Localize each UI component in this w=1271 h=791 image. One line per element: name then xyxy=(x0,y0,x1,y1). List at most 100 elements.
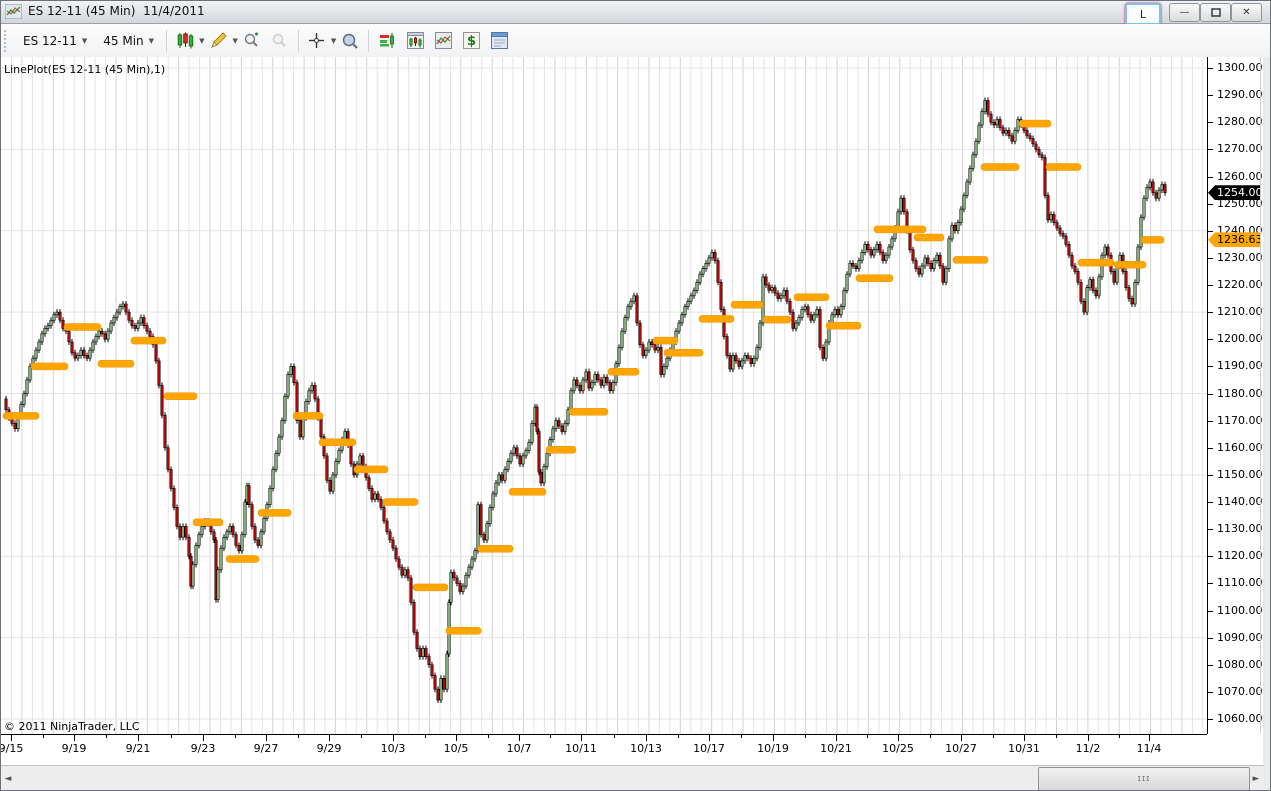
time-major-tick xyxy=(646,735,647,741)
title-bar[interactable]: ES 12-11 (45 Min) 11/4/2011 L — ✕ xyxy=(1,1,1270,25)
scrollbar-thumb[interactable]: ɪɪɪ xyxy=(1038,767,1250,790)
time-major-tick xyxy=(138,735,139,741)
time-axis[interactable]: 9/15 9/19 9/21 9/23 9/27 9/29 10/3 10/5 10/7 10/1… xyxy=(1,734,1263,765)
time-tick-label: 11/2 xyxy=(1075,742,1101,755)
time-minor-tick xyxy=(550,735,551,738)
price-tick xyxy=(1208,420,1213,422)
time-major-tick xyxy=(1149,735,1150,741)
time-major-tick xyxy=(581,735,582,741)
data-box-button[interactable] xyxy=(337,28,363,54)
price-tick xyxy=(1208,285,1213,286)
time-major-tick xyxy=(203,735,204,741)
price-tick xyxy=(1208,637,1213,639)
scroll-right-arrow[interactable]: ► xyxy=(1249,766,1263,790)
zoom-out-button[interactable] xyxy=(267,28,293,54)
indicator-value-marker: 1236.63 xyxy=(1208,232,1260,248)
time-major-tick xyxy=(836,735,837,741)
cursor-mode-button[interactable] xyxy=(304,28,330,54)
interval-dropdown[interactable]: 45 Min ▼ xyxy=(95,30,162,52)
window-title: ES 12-11 (45 Min) 11/4/2011 xyxy=(28,4,205,18)
time-minor-tick xyxy=(298,735,299,738)
time-tick-label: 10/7 xyxy=(506,742,532,755)
price-tick-label: 1140.00 xyxy=(1217,495,1263,508)
last-price-marker: 1254.00 xyxy=(1208,185,1260,201)
time-minor-tick xyxy=(425,735,426,738)
link-button[interactable]: L xyxy=(1125,3,1161,25)
crosshair-icon xyxy=(309,33,325,48)
toolbar: ES 12-11 ▼ 45 Min ▼ ▼ ▼ ▼ $ xyxy=(1,24,1270,58)
price-axis[interactable]: 1300.00 1290.00 1280.00 1270.00 1260.00 1250.… xyxy=(1207,57,1264,734)
price-tick xyxy=(1208,502,1213,503)
time-tick-label: 9/21 xyxy=(125,742,151,755)
time-major-tick xyxy=(773,735,774,741)
time-tick-label: 10/13 xyxy=(630,742,662,755)
time-minor-tick xyxy=(805,735,806,738)
toolbar-separator xyxy=(297,29,299,52)
price-tick-label: 1070.00 xyxy=(1217,684,1263,698)
price-tick xyxy=(1208,312,1213,314)
price-tick xyxy=(1208,719,1213,720)
instrument-dropdown[interactable]: ES 12-11 ▼ xyxy=(15,30,95,52)
price-tick-label: 1110.00 xyxy=(1217,576,1263,590)
price-tick xyxy=(1208,122,1213,124)
price-tick-label: 1080.00 xyxy=(1217,657,1263,671)
price-tick xyxy=(1208,95,1213,97)
price-tick-label: 1090.00 xyxy=(1217,630,1263,644)
price-tick xyxy=(1208,529,1213,531)
chart-window: ES 12-11 (45 Min) 11/4/2011 L — ✕ ES 12-… xyxy=(0,0,1271,791)
chart-trader-button[interactable] xyxy=(374,28,400,54)
fundamental-data-button[interactable]: $ xyxy=(458,28,484,54)
indicators-icon xyxy=(434,32,452,49)
drawing-tools-button[interactable] xyxy=(205,28,231,54)
time-tick-label: 9/15 xyxy=(0,742,24,755)
price-tick xyxy=(1208,203,1213,205)
horizontal-scrollbar[interactable]: ◄ ɪɪɪ ► xyxy=(1,765,1264,790)
time-major-tick xyxy=(1024,735,1025,741)
price-tick xyxy=(1208,447,1213,449)
candlestick-icon xyxy=(177,32,193,49)
price-tick-label: 1190.00 xyxy=(1217,359,1263,373)
time-tick-label: 10/21 xyxy=(820,742,852,755)
minimize-button[interactable]: — xyxy=(1169,3,1200,22)
toolbar-separator xyxy=(166,29,168,52)
price-tick xyxy=(1208,393,1213,395)
properties-button[interactable] xyxy=(486,28,512,54)
time-minor-tick xyxy=(235,735,236,738)
toolbar-grip[interactable] xyxy=(4,29,11,52)
time-minor-tick xyxy=(1119,735,1120,738)
pencil-icon xyxy=(211,32,227,48)
zoom-in-button[interactable] xyxy=(239,28,265,54)
time-minor-tick xyxy=(106,735,107,738)
dollar-icon: $ xyxy=(462,32,480,49)
copyright-text: © 2011 NinjaTrader, LLC xyxy=(4,720,140,733)
chevron-down-icon[interactable]: ▼ xyxy=(331,37,336,45)
scroll-left-arrow[interactable]: ◄ xyxy=(1,766,15,790)
bar-type-button[interactable] xyxy=(172,28,198,54)
price-tick-label: 1120.00 xyxy=(1217,549,1263,563)
toolbar-separator xyxy=(368,29,370,52)
chevron-down-icon[interactable]: ▼ xyxy=(232,37,237,45)
price-tick-label: 1150.00 xyxy=(1217,467,1263,481)
time-tick-label: 9/23 xyxy=(190,742,216,755)
price-chart xyxy=(1,57,1207,738)
price-tick-label: 1060.00 xyxy=(1217,712,1263,725)
instrument-label: ES 12-11 xyxy=(23,33,77,48)
restore-button[interactable] xyxy=(1200,3,1231,22)
close-button[interactable]: ✕ xyxy=(1231,3,1262,22)
zoom-in-icon xyxy=(244,32,258,47)
indicators-button[interactable] xyxy=(430,28,456,54)
time-minor-tick xyxy=(741,735,742,738)
time-tick-label: 10/11 xyxy=(565,742,597,755)
time-tick-label: 10/31 xyxy=(1008,742,1040,755)
time-minor-tick xyxy=(1056,735,1057,738)
time-tick-label: 11/4 xyxy=(1136,742,1162,755)
time-major-tick xyxy=(11,735,12,741)
scrollbar-grip-icon: ɪɪɪ xyxy=(1137,774,1151,784)
price-tick xyxy=(1208,339,1213,341)
interval-label: 45 Min xyxy=(103,33,144,48)
bars-panel-button[interactable] xyxy=(402,28,428,54)
price-tick xyxy=(1208,610,1213,612)
chevron-down-icon: ▼ xyxy=(81,36,88,45)
chart-plot-area[interactable]: LinePlot(ES 12-11 (45 Min),1) © 2011 Nin… xyxy=(1,57,1207,734)
price-tick-label: 1100.00 xyxy=(1217,603,1263,617)
